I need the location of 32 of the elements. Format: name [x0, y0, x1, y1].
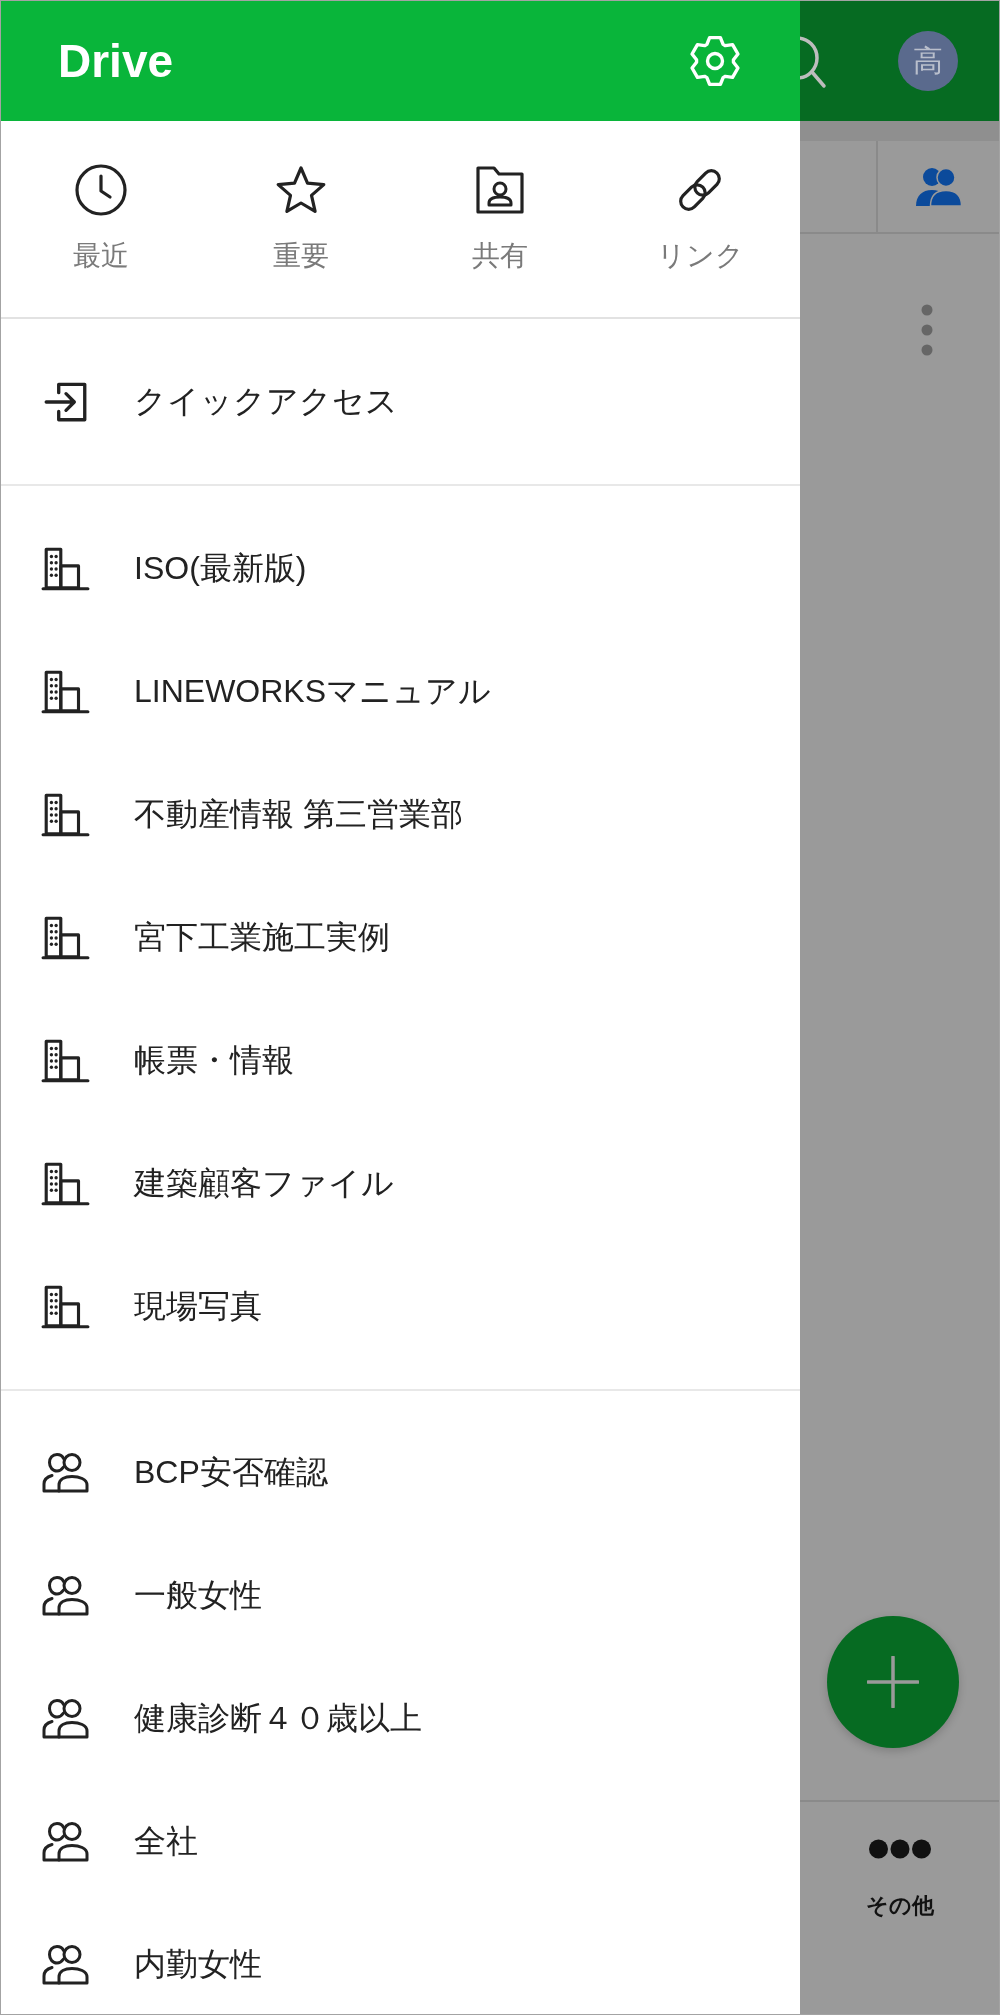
quick-link[interactable]: 最近	[72, 163, 129, 273]
company-folder-item[interactable]: LINEWORKSマニュアル	[1, 630, 800, 753]
drawer-title: Drive	[58, 34, 174, 88]
group-folder-item[interactable]: 一般女性	[1, 1534, 800, 1657]
building-icon	[41, 914, 91, 961]
quick-link[interactable]: リンク	[656, 163, 744, 273]
quick-link[interactable]: 共有	[472, 163, 529, 273]
building-icon	[41, 1160, 91, 1207]
group-folder-item[interactable]: 全社	[1, 1780, 800, 1903]
more-horizontal-icon	[868, 1839, 931, 1859]
settings-icon[interactable]	[688, 34, 742, 88]
building-icon	[41, 791, 91, 838]
building-icon	[41, 668, 91, 715]
quick-access-item[interactable]: クイックアクセス	[1, 340, 800, 463]
company-folder-item[interactable]: ISO(最新版)	[1, 507, 800, 630]
building-icon	[41, 1283, 91, 1330]
more-vertical-icon[interactable]	[921, 304, 933, 356]
building-icon	[41, 1037, 91, 1084]
group-folder-item[interactable]: 健康診断４０歳以上	[1, 1657, 800, 1780]
company-folder-item[interactable]: 宮下工業施工実例	[1, 876, 800, 999]
company-folder-item[interactable]: 不動産情報 第三営業部	[1, 753, 800, 876]
group-folder-item[interactable]: BCP安否確認	[1, 1411, 800, 1534]
company-folder-item[interactable]: 帳票・情報	[1, 999, 800, 1122]
more-tab[interactable]: その他	[865, 1839, 934, 1920]
plus-icon	[867, 1656, 919, 1708]
clock-icon	[73, 163, 128, 217]
company-folder-item[interactable]: 現場写真	[1, 1245, 800, 1368]
people-icon[interactable]	[914, 166, 963, 207]
quick-link[interactable]: 重要	[272, 163, 329, 273]
building-icon	[41, 545, 91, 592]
group-folder-item[interactable]: 内勤女性	[1, 1903, 800, 2014]
company-folder-item[interactable]: 建築顧客ファイル	[1, 1122, 800, 1245]
